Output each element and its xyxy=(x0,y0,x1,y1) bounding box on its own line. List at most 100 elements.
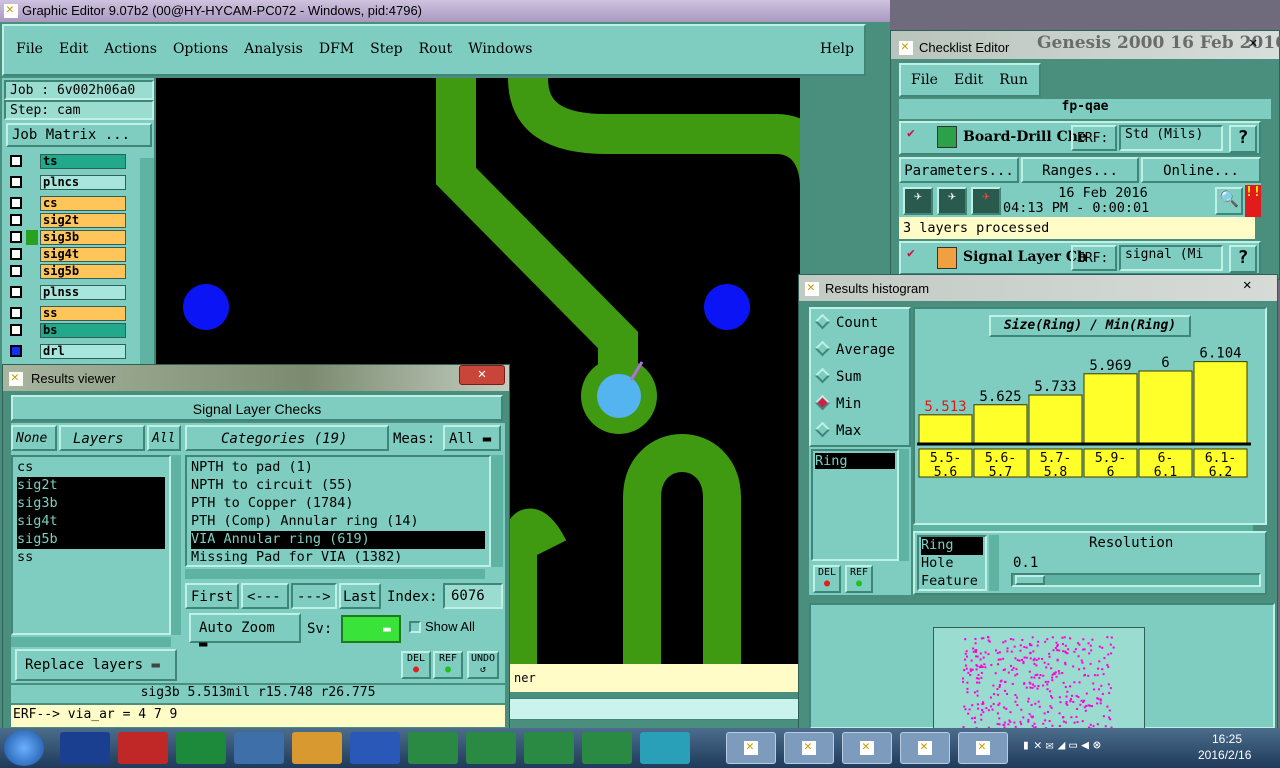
radio-count[interactable]: Count xyxy=(814,313,895,342)
auto-zoom-dropdown[interactable]: Auto Zoom ▬ xyxy=(189,613,301,652)
excel-app-icon[interactable] xyxy=(524,732,574,764)
online-button[interactable]: Online... xyxy=(1141,157,1261,183)
rv-layer-item[interactable]: sig5b xyxy=(17,531,165,549)
next-button[interactable]: ---> xyxy=(291,583,337,609)
p-app-icon[interactable] xyxy=(176,732,226,764)
rh-list-item[interactable]: Ring xyxy=(815,453,895,469)
rv-layer-item[interactable]: sig2t xyxy=(17,477,165,495)
del-button[interactable]: DEL ● xyxy=(401,651,431,679)
layer-checkbox[interactable] xyxy=(10,155,22,167)
histogram-bar[interactable] xyxy=(918,414,973,444)
show-all-checkbox[interactable] xyxy=(409,621,421,633)
rv-cats-scrollbar[interactable] xyxy=(491,455,503,567)
prev-button[interactable]: <--- xyxy=(241,583,289,609)
menu-rout[interactable]: Rout xyxy=(419,41,453,57)
rv-layer-item[interactable]: sig4t xyxy=(17,513,165,531)
save-app-icon[interactable] xyxy=(60,732,110,764)
rv-layer-item[interactable]: ss xyxy=(17,549,165,567)
menu-analysis[interactable]: Analysis xyxy=(244,41,303,57)
layer-row-sig2t[interactable]: sig2t xyxy=(6,213,128,228)
category-item[interactable]: NPTH to pad (1) xyxy=(191,459,485,477)
layer-row-sig5b[interactable]: sig5b xyxy=(6,264,128,279)
check2-row[interactable]: ✔ Signal Layer Ch ERF: signal (Mi ? xyxy=(899,241,1261,275)
rh-list-scrollbar[interactable] xyxy=(899,449,909,561)
genesis-app-icon[interactable] xyxy=(118,732,168,764)
ce-menu-edit[interactable]: Edit xyxy=(954,72,983,88)
undo-button[interactable]: UNDO ↺ xyxy=(467,651,499,679)
start-button[interactable] xyxy=(4,730,44,766)
distribution-map[interactable] xyxy=(933,627,1145,731)
radio-max[interactable]: Max xyxy=(814,421,895,450)
excel-app-icon[interactable] xyxy=(408,732,458,764)
meas-dropdown[interactable]: All ▬ xyxy=(443,425,501,451)
layer-checkbox[interactable] xyxy=(10,345,22,357)
layer-row-bs[interactable]: bs xyxy=(6,323,128,338)
run-selected-icon[interactable]: ✈ xyxy=(937,187,967,215)
index-input[interactable]: 6076 xyxy=(443,583,503,609)
layer-checkbox[interactable] xyxy=(10,176,22,188)
layer-checkbox[interactable] xyxy=(10,286,22,298)
layer-checkbox[interactable] xyxy=(10,265,22,277)
layers-button[interactable]: Layers xyxy=(59,425,145,451)
layer-row-cs[interactable]: cs xyxy=(6,196,128,211)
zoom-icon[interactable]: 🔍 xyxy=(1215,187,1243,215)
category-item[interactable]: PTH (Comp) Annular ring (14) xyxy=(191,513,485,531)
window-button[interactable] xyxy=(842,732,892,764)
parameters-button[interactable]: Parameters... xyxy=(899,157,1019,183)
menu-file[interactable]: File xyxy=(16,41,43,57)
layer-scrollbar[interactable] xyxy=(140,158,154,378)
layer-row-ss[interactable]: ss xyxy=(6,306,128,321)
rv-layers-hscroll[interactable] xyxy=(11,637,171,647)
rh-close-icon[interactable]: ✕ xyxy=(1243,277,1251,293)
categories-button[interactable]: Categories (19) xyxy=(185,425,389,451)
menu-windows[interactable]: Windows xyxy=(468,41,532,57)
check1-row[interactable]: ✔ Board-Drill Che ERF: Std (Mils) ? xyxy=(899,121,1261,155)
layer-row-sig4t[interactable]: sig4t xyxy=(6,247,128,262)
rv-close-button[interactable]: ✕ xyxy=(459,365,505,385)
layer-checkbox[interactable] xyxy=(10,248,22,260)
layer-checkbox[interactable] xyxy=(10,214,22,226)
rv-layer-item[interactable]: sig3b xyxy=(17,495,165,513)
rv-layers-scrollbar[interactable] xyxy=(171,455,181,635)
rh-del-button[interactable]: DEL ● xyxy=(813,565,841,593)
shell-app-icon[interactable] xyxy=(292,732,342,764)
ref-button[interactable]: REF ● xyxy=(433,651,463,679)
excel-app-icon[interactable] xyxy=(466,732,516,764)
menu-step[interactable]: Step xyxy=(370,41,402,57)
menu-edit[interactable]: Edit xyxy=(59,41,88,57)
last-button[interactable]: Last xyxy=(339,583,381,609)
window-button[interactable] xyxy=(784,732,834,764)
category-item[interactable]: NPTH to circuit (55) xyxy=(191,477,485,495)
category-item[interactable]: PTH to Copper (1784) xyxy=(191,495,485,513)
word-app-icon[interactable] xyxy=(350,732,400,764)
histogram-bar[interactable] xyxy=(973,404,1028,444)
rh-ref-button[interactable]: REF ● xyxy=(845,565,873,593)
none-button[interactable]: None xyxy=(11,425,57,451)
erf-button[interactable]: ERF: xyxy=(1071,245,1117,271)
first-button[interactable]: First xyxy=(185,583,239,609)
radio-sum[interactable]: Sum xyxy=(814,367,895,396)
ranges-button[interactable]: Ranges... xyxy=(1021,157,1139,183)
layer-checkbox[interactable] xyxy=(10,197,22,209)
layer-row-plncs[interactable]: plncs xyxy=(6,175,128,190)
menu-options[interactable]: Options xyxy=(173,41,228,57)
system-tray[interactable]: ▮✕✉◢▭◀⊗ xyxy=(1022,738,1192,758)
help-button[interactable]: ? xyxy=(1229,125,1257,153)
resolution-slider-thumb[interactable] xyxy=(1015,575,1045,585)
menu-actions[interactable]: Actions xyxy=(104,41,157,57)
run-icon[interactable]: ✈ xyxy=(903,187,933,215)
category-item[interactable]: Missing Pad for VIA (1382) xyxy=(191,549,485,567)
layer-checkbox[interactable] xyxy=(10,231,22,243)
notepad-app-icon[interactable] xyxy=(234,732,284,764)
all-button[interactable]: All xyxy=(147,425,181,451)
erf-button[interactable]: ERF: xyxy=(1071,125,1117,151)
menu-help[interactable]: Help xyxy=(820,41,854,57)
histogram-bar[interactable] xyxy=(1138,370,1193,444)
help-button[interactable]: ? xyxy=(1229,245,1257,273)
radio-min[interactable]: Min xyxy=(814,394,895,423)
replace-layers-button[interactable]: Replace layers ▬ xyxy=(15,649,177,681)
ce-menu-run[interactable]: Run xyxy=(999,72,1028,88)
type-item[interactable]: Ring xyxy=(921,537,983,555)
radio-average[interactable]: Average xyxy=(814,340,895,369)
ge-command-line[interactable] xyxy=(508,698,800,720)
